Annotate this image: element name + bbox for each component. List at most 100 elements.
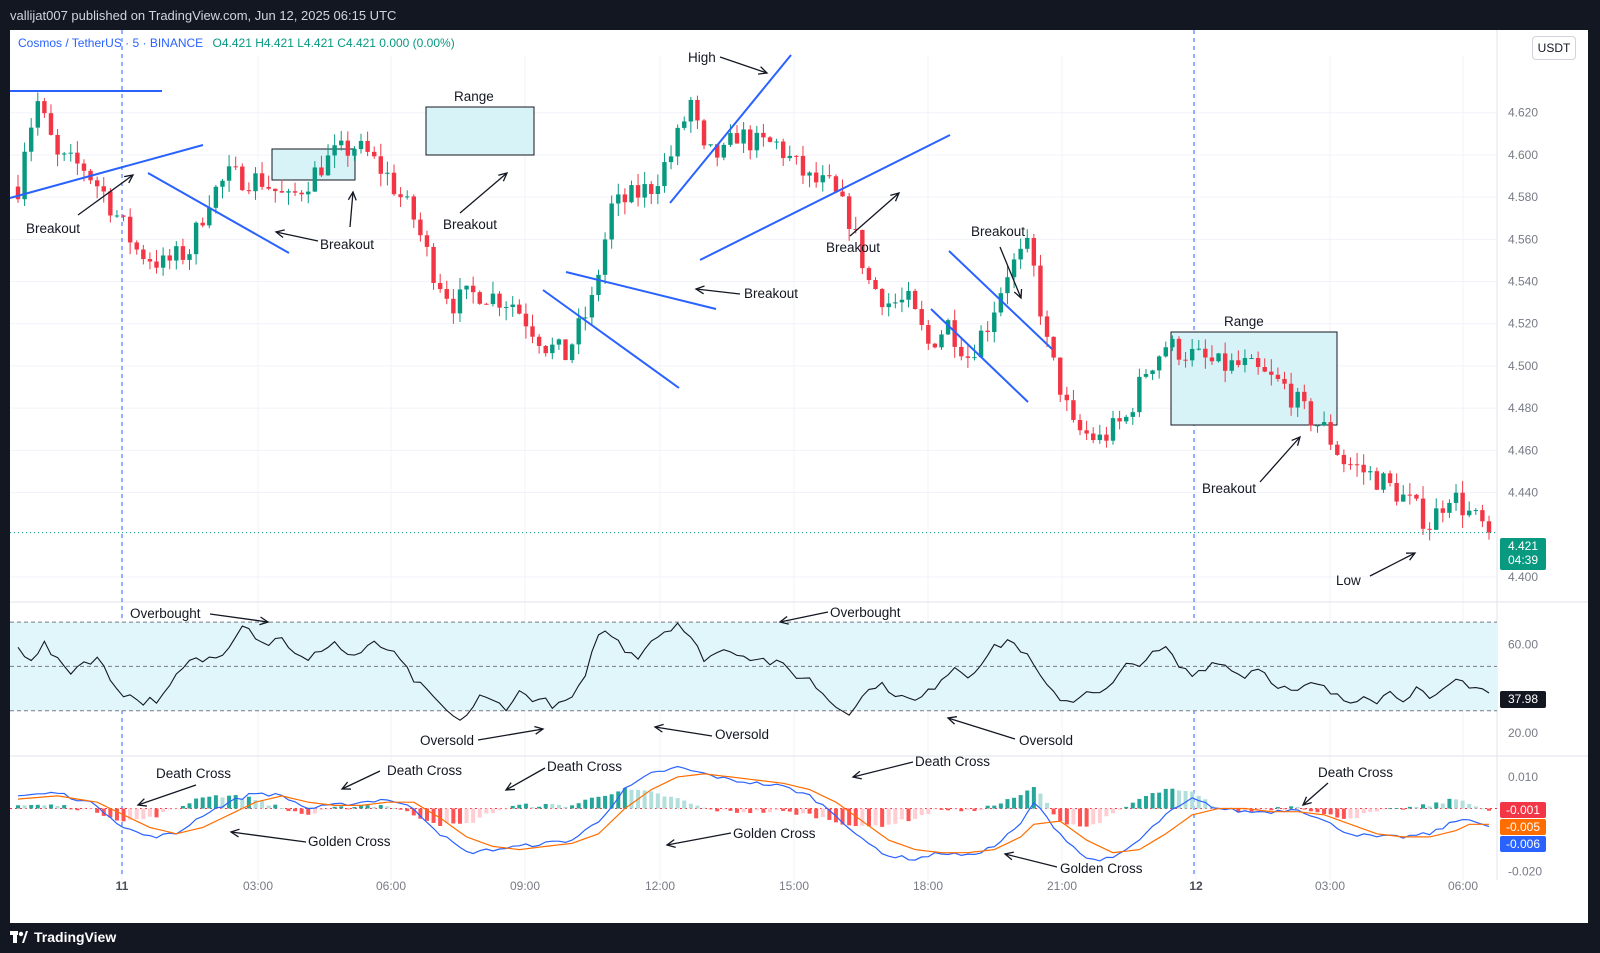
macd-histogram-bar xyxy=(1064,808,1069,825)
candle-body xyxy=(61,153,67,155)
annotation-rsi: Oversold xyxy=(420,733,474,748)
candle-body xyxy=(1282,378,1287,384)
annotation-macd: Death Cross xyxy=(156,766,231,781)
annotation-macd: Death Cross xyxy=(915,754,990,769)
candle-body xyxy=(1018,248,1023,260)
candle-body xyxy=(1262,367,1267,372)
time-tick-label: 06:00 xyxy=(1448,879,1478,893)
macd-histogram-bar xyxy=(767,808,772,813)
time-tick-label: 21:00 xyxy=(1047,879,1077,893)
macd-histogram-bar xyxy=(1361,808,1366,814)
candle-body xyxy=(503,307,509,309)
candle-body xyxy=(556,339,562,345)
macd-histogram-bar xyxy=(457,808,462,824)
annotation-arrow xyxy=(341,770,381,790)
macd-histogram-bar xyxy=(29,805,34,809)
macd-histogram-bar xyxy=(589,797,594,809)
candle-body xyxy=(1315,425,1320,427)
macd-histogram-bar xyxy=(820,808,825,818)
candle-body xyxy=(906,290,911,300)
macd-histogram-bar xyxy=(965,808,970,810)
candle-body xyxy=(55,134,60,155)
candle-body xyxy=(444,289,449,299)
candle-body xyxy=(497,293,502,308)
candle-body xyxy=(978,330,984,358)
annotation-price: Breakout xyxy=(971,224,1025,239)
macd-histogram-bar xyxy=(972,808,977,811)
candle-body xyxy=(846,196,852,229)
currency-button[interactable]: USDT xyxy=(1532,36,1576,60)
macd-histogram-bar xyxy=(497,808,502,811)
candle-body xyxy=(1440,508,1446,513)
candle-body xyxy=(668,156,674,163)
macd-histogram-bar xyxy=(959,808,964,812)
candle-body xyxy=(1097,434,1103,441)
candle-body xyxy=(213,186,219,208)
macd-histogram-bar xyxy=(391,808,396,809)
candle-body xyxy=(490,293,496,305)
candle-body xyxy=(536,336,542,346)
candle-body xyxy=(1005,277,1010,294)
candle-body xyxy=(1203,348,1208,358)
candle-body xyxy=(510,304,515,308)
candle-body xyxy=(48,113,54,135)
candle-body xyxy=(675,127,680,157)
candle-body xyxy=(28,127,34,152)
candle-body xyxy=(1414,494,1419,499)
macd-histogram-bar xyxy=(800,808,805,814)
macd-histogram-bar xyxy=(899,808,904,820)
macd-histogram-bar xyxy=(1170,788,1175,809)
macd-histogram-bar xyxy=(55,805,60,809)
candle-body xyxy=(1348,464,1353,466)
candle-body xyxy=(1156,356,1162,371)
macd-histogram-bar xyxy=(754,808,759,811)
candle-body xyxy=(780,141,786,159)
macd-histogram-bar xyxy=(471,808,476,823)
annotation-rsi: Overbought xyxy=(830,605,901,620)
annotation-arrow xyxy=(849,192,900,237)
candle-body xyxy=(404,196,410,198)
macd-histogram-bar xyxy=(1091,808,1096,825)
annotation-arrow xyxy=(209,613,269,623)
ohlc-values: O4.421 H4.421 L4.421 C4.421 0.000 (0.00%… xyxy=(212,36,455,50)
macd-histogram-bar xyxy=(774,808,779,811)
macd-histogram-bar xyxy=(134,808,139,820)
macd-histogram-bar xyxy=(1130,802,1135,809)
macd-tick-label: -0.020 xyxy=(1508,865,1542,879)
macd-histogram-bar xyxy=(233,795,238,809)
indicator-bands xyxy=(10,621,1497,712)
symbol-header[interactable]: Cosmos / TetherUS · 5 · BINANCE O4.421 H… xyxy=(18,36,455,50)
candle-body xyxy=(563,339,568,361)
macd-histogram-bar xyxy=(1421,804,1426,809)
chart-svg[interactable]: Breakout Breakout Range Breakout High Breakou… xyxy=(0,0,1600,953)
candle-body xyxy=(866,268,872,281)
candle-body xyxy=(912,290,918,310)
candle-body xyxy=(94,180,100,187)
candle-body xyxy=(635,185,641,198)
candle-body xyxy=(734,133,740,144)
candle-body xyxy=(992,312,997,333)
candle-body xyxy=(1308,401,1314,426)
candle-body xyxy=(75,152,80,164)
candle-body xyxy=(127,216,133,243)
macd-histogram-bar xyxy=(332,806,337,809)
candle-body xyxy=(873,280,878,290)
candle-body xyxy=(372,151,377,157)
symbol-name[interactable]: Cosmos / TetherUS · 5 · BINANCE xyxy=(18,36,203,50)
candle-body xyxy=(1216,353,1221,362)
candle-body xyxy=(457,289,463,314)
macd-histogram-bar xyxy=(273,804,278,809)
annotation-price: Range xyxy=(1224,314,1264,329)
macd-histogram-bar xyxy=(1005,799,1010,809)
macd-histogram-bar xyxy=(629,789,634,809)
candle-body xyxy=(1255,358,1261,368)
candle-body xyxy=(108,191,113,216)
macd-histogram-bar xyxy=(62,805,67,809)
candle-body xyxy=(813,172,819,183)
macd-histogram-bar xyxy=(728,808,733,811)
macd-histogram-bar xyxy=(1150,793,1155,809)
candle-body xyxy=(1361,464,1366,473)
macd-histogram-bar xyxy=(1454,799,1459,809)
annotation-arrow xyxy=(230,831,307,843)
tradingview-logo[interactable]: TradingView xyxy=(10,929,116,945)
